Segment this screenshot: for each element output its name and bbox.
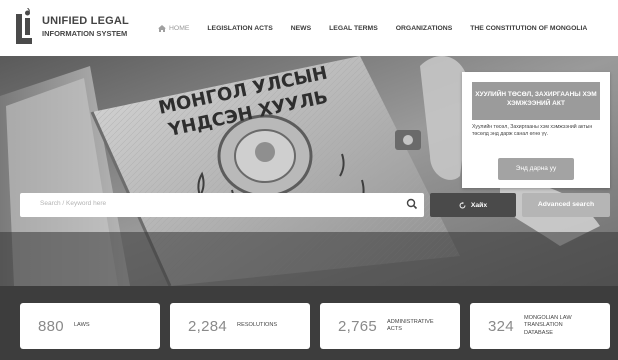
nav-item-news[interactable]: NEWS	[291, 25, 311, 32]
stat-card-resolutions[interactable]: 2,284 RESOLUTIONS	[170, 303, 310, 349]
refresh-icon	[459, 201, 466, 208]
stat-value: 2,765	[338, 317, 378, 335]
stat-label: ADMINISTRATIVE ACTS	[387, 318, 434, 332]
promo-click-here-button[interactable]: Энд дарна уу	[498, 158, 574, 180]
advanced-search-button[interactable]: Advanced search	[522, 193, 610, 217]
stat-label: RESOLUTIONS	[237, 322, 278, 329]
search-band	[0, 232, 618, 286]
site-header: UNIFIED LEGAL INFORMATION SYSTEM HOME LE…	[0, 0, 618, 56]
stat-value: 2,284	[188, 317, 228, 335]
stats-band: 880 LAWS 2,284 RESOLUTIONS 2,765 ADMINIS…	[0, 286, 618, 360]
site-logo[interactable]: UNIFIED LEGAL INFORMATION SYSTEM	[14, 8, 134, 48]
stat-label: LAWS	[73, 322, 90, 329]
logo-subtitle: INFORMATION SYSTEM	[42, 29, 128, 38]
nav-item-legislation-acts[interactable]: LEGISLATION ACTS	[207, 25, 272, 32]
nav-item-constitution[interactable]: THE CONSTITUTION OF MONGOLIA	[470, 25, 587, 32]
stat-card-administrative-acts[interactable]: 2,765 ADMINISTRATIVE ACTS	[320, 303, 460, 349]
search-placeholder: Search / Keyword here	[40, 200, 107, 207]
search-button[interactable]: Хайх	[430, 193, 516, 217]
stat-value: 324	[488, 317, 514, 335]
stat-card-laws[interactable]: 880 LAWS	[20, 303, 160, 349]
logo-text: UNIFIED LEGAL INFORMATION SYSTEM	[42, 16, 138, 38]
nav-item-label: HOME	[169, 24, 190, 32]
promo-description: Хуулийн төсөл, Захиргааны хэм хэмжээний …	[472, 124, 593, 138]
home-icon	[158, 24, 166, 32]
stat-card-translation-database[interactable]: 324 MONGOLIAN LAW TRANSLATION DATABASE	[470, 303, 610, 349]
li-logo-mark-icon	[16, 8, 32, 44]
draft-law-promo-card: ХУУЛИЙН ТӨСӨЛ, ЗАХИРГААНЫ ХЭМ ХЭМЖЭЭНИЙ …	[462, 72, 610, 188]
stat-label: MONGOLIAN LAW TRANSLATION DATABASE	[523, 315, 572, 336]
nav-item-organizations[interactable]: ORGANIZATIONS	[396, 25, 453, 32]
nav-item-home[interactable]: HOME	[158, 24, 190, 32]
logo-title: UNIFIED LEGAL	[42, 15, 129, 27]
nav-item-legal-terms[interactable]: LEGAL TERMS	[329, 25, 378, 32]
main-nav: HOME LEGISLATION ACTS NEWS LEGAL TERMS O…	[158, 0, 605, 56]
hero-banner: МОНГОЛ УЛСЫН ҮНДСЭН ХУУЛЬ ХУУЛИЙН ТӨСӨЛ,…	[0, 56, 618, 286]
search-icon[interactable]	[406, 198, 418, 210]
stat-value: 880	[38, 317, 64, 335]
promo-title: ХУУЛИЙН ТӨСӨЛ, ЗАХИРГААНЫ ХЭМ ХЭМЖЭЭНИЙ …	[472, 82, 600, 120]
search-button-label: Хайх	[470, 201, 488, 209]
